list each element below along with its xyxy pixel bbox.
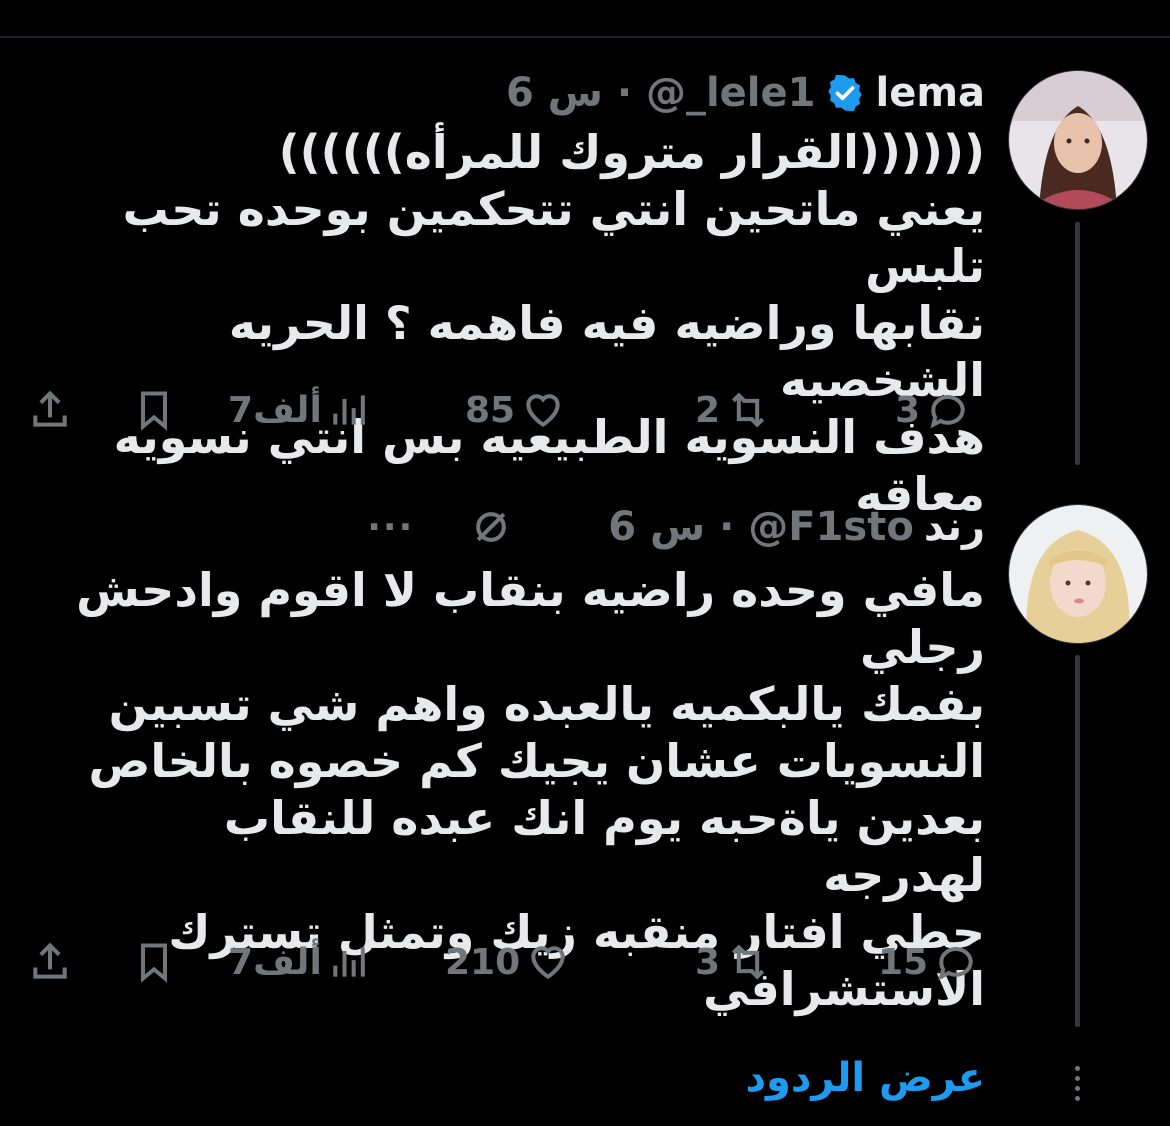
- views-icon: [333, 947, 365, 977]
- tweet-header: 6 س · @_lele1 lema: [506, 68, 985, 118]
- tweet-time[interactable]: 6 س: [506, 70, 603, 116]
- reply-icon: [930, 395, 965, 429]
- retweet-count: 3: [695, 941, 721, 983]
- more-icon[interactable]: ···: [367, 507, 414, 548]
- views-button[interactable]: 7ألف: [228, 932, 372, 992]
- tweet-time[interactable]: 6 س: [608, 504, 705, 550]
- like-icon: [526, 394, 560, 428]
- thread-more-dots: [1075, 1066, 1080, 1101]
- verified-badge-icon: [828, 74, 863, 112]
- bookmark-button[interactable]: [132, 932, 176, 992]
- share-icon: [33, 942, 67, 979]
- like-count: 85: [465, 389, 516, 431]
- like-button[interactable]: 85: [465, 380, 565, 440]
- views-count: 7ألف: [228, 941, 322, 983]
- reply-icon: [938, 947, 973, 981]
- reply-count: 15: [878, 941, 929, 983]
- reply-button[interactable]: 3: [895, 380, 970, 440]
- separator-dot: ·: [602, 70, 646, 116]
- bookmark-button[interactable]: [132, 380, 176, 440]
- views-count: 7ألف: [228, 389, 322, 431]
- retweet-button[interactable]: 2: [695, 380, 770, 440]
- views-icon: [333, 395, 365, 425]
- display-name[interactable]: lema: [875, 70, 985, 116]
- like-button[interactable]: 210: [445, 932, 570, 992]
- views-button[interactable]: 7ألف: [228, 380, 372, 440]
- tweet-header: ··· 6 س · @F1sto رند: [367, 502, 985, 552]
- reply-button[interactable]: 15: [878, 932, 978, 992]
- retweet-count: 2: [695, 389, 721, 431]
- tweet-2[interactable]: ··· 6 س · @F1sto رند مافي وحده راضيه بنق…: [0, 470, 1170, 1030]
- reply-count: 3: [895, 389, 921, 431]
- share-button[interactable]: [28, 380, 72, 440]
- tweet-text: ((((((القرار متروك للمرأه)))))) يعني مات…: [113, 125, 985, 521]
- avatar[interactable]: [1008, 70, 1148, 210]
- bookmark-icon: [140, 391, 168, 431]
- display-name[interactable]: رند: [924, 504, 985, 550]
- retweet-icon: [731, 392, 765, 428]
- show-replies-link[interactable]: عرض الردود: [746, 1055, 985, 1101]
- user-handle[interactable]: @F1sto: [748, 504, 914, 550]
- tweet-actions: 7ألف 210 3 15: [20, 932, 995, 992]
- like-count: 210: [445, 941, 521, 983]
- like-icon: [531, 946, 565, 980]
- grok-icon[interactable]: [469, 505, 513, 549]
- share-icon: [33, 390, 67, 427]
- thread-line: [1075, 222, 1080, 465]
- retweet-icon: [731, 944, 765, 980]
- user-handle[interactable]: @_lele1: [646, 70, 816, 116]
- separator-dot: ·: [705, 504, 749, 550]
- tweet-actions: 7ألف 85 2 3: [20, 380, 995, 440]
- bookmark-icon: [140, 943, 168, 983]
- avatar[interactable]: [1008, 504, 1148, 644]
- share-button[interactable]: [28, 932, 72, 992]
- tweet-thread-screen: 6 س · @_lele1 lema ((((((القرار متروك لل…: [0, 0, 1170, 1126]
- thread-line: [1075, 655, 1080, 1027]
- tweet-1[interactable]: 6 س · @_lele1 lema ((((((القرار متروك لل…: [0, 0, 1170, 521]
- retweet-button[interactable]: 3: [695, 932, 770, 992]
